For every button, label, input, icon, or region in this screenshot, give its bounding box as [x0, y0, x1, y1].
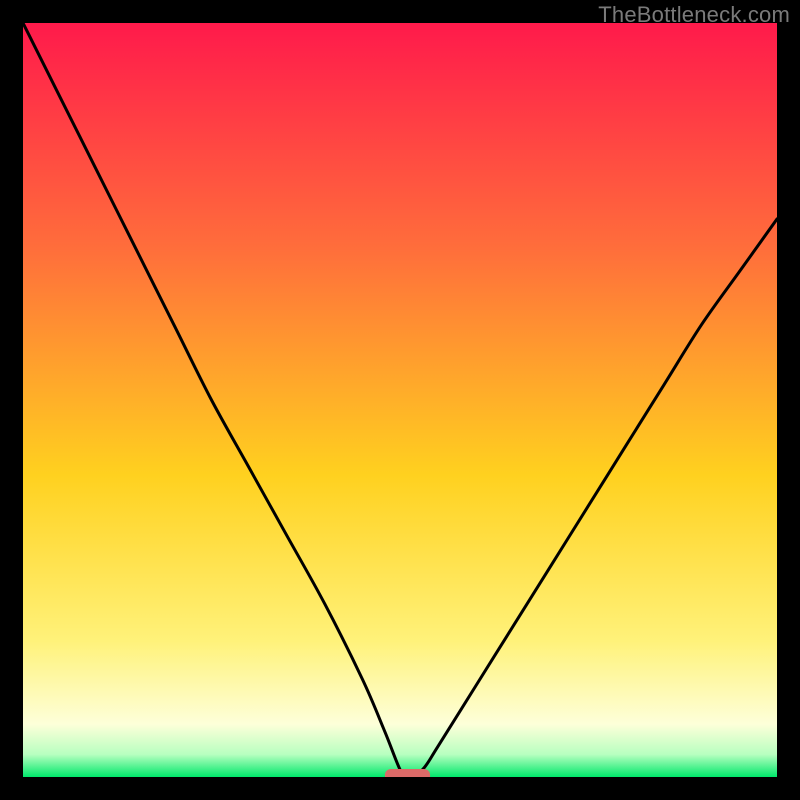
chart-frame: TheBottleneck.com — [0, 0, 800, 800]
minimum-marker — [385, 769, 430, 777]
plot-area — [23, 23, 777, 777]
chart-svg — [23, 23, 777, 777]
gradient-background — [23, 23, 777, 777]
